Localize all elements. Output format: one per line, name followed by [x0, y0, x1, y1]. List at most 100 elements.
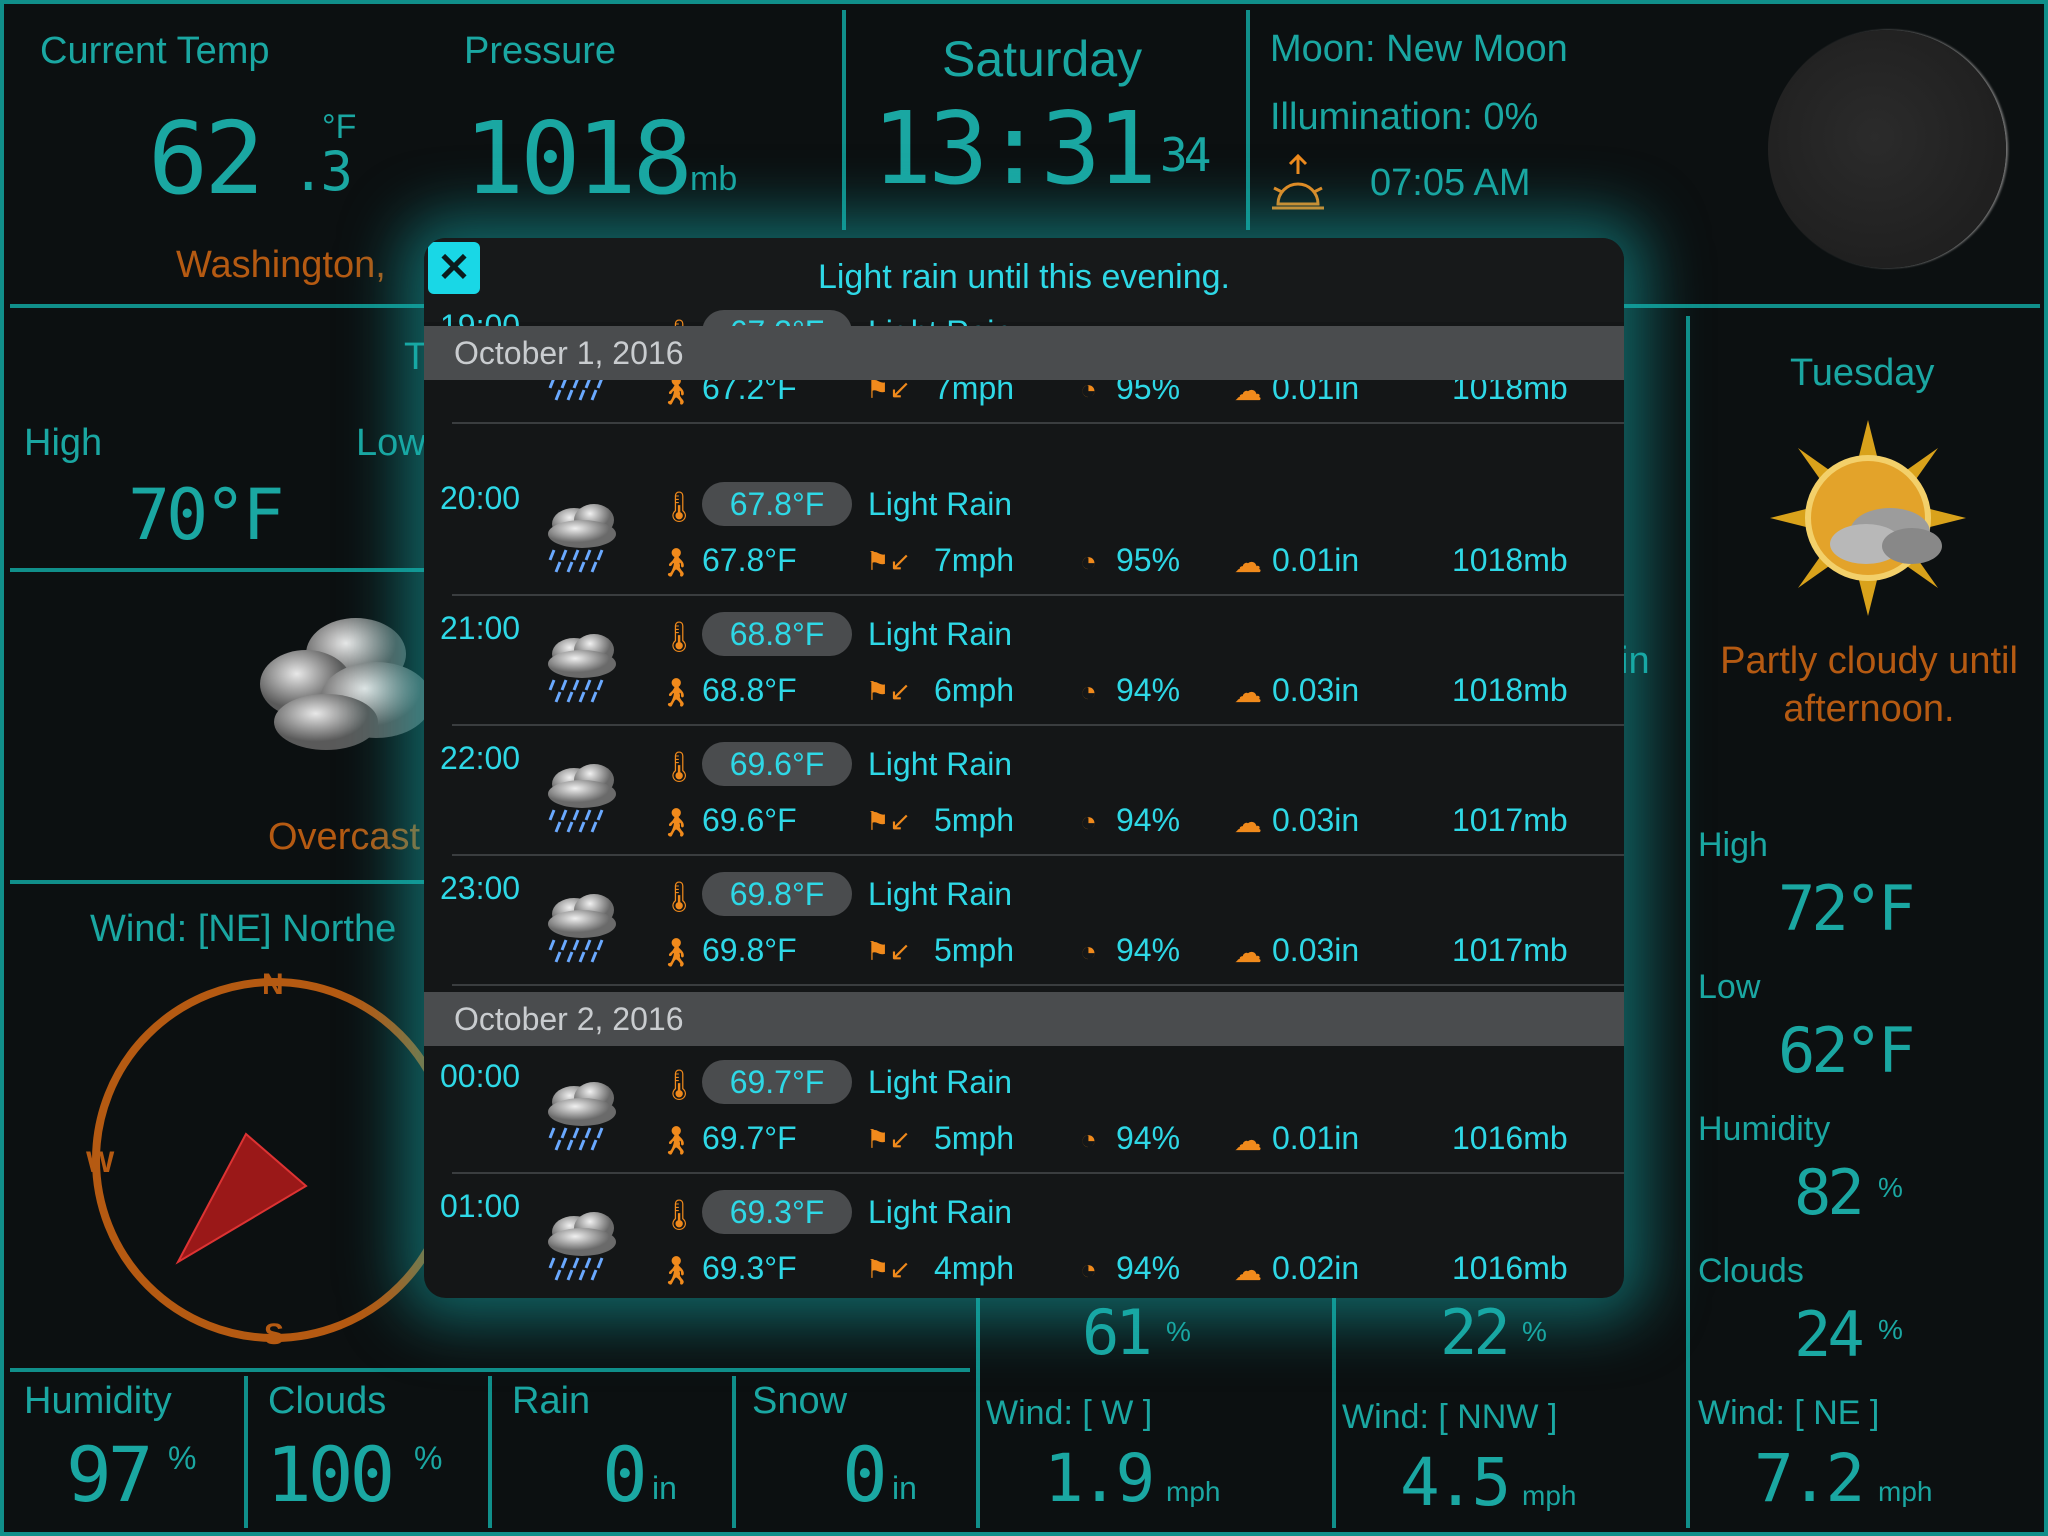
hour-precip: 0.03in	[1272, 802, 1360, 838]
pressure-label: Pressure	[464, 30, 617, 72]
divider	[10, 568, 430, 572]
precip-icon: ☁︎	[1234, 1255, 1262, 1286]
thermometer-icon: 🌡︎	[660, 1199, 699, 1232]
sunrise-time: 07:05 AM	[1370, 162, 1531, 204]
hour-time: 23:00	[440, 870, 521, 906]
tuesday-humidity-unit: %	[1878, 1172, 1903, 1203]
hour-humidity: 94%	[1116, 802, 1181, 838]
rain-cloud-icon	[538, 1204, 628, 1284]
humidity-icon: ◔	[1080, 1124, 1097, 1155]
forecast-col2-unit: %	[1522, 1316, 1547, 1347]
wind-sock-icon: ⚑↙	[866, 1254, 912, 1284]
rain-cloud-icon	[538, 886, 628, 966]
thermometer-icon: 🌡︎	[660, 751, 699, 784]
precip-icon: ☁︎	[1234, 547, 1262, 578]
low-label: Low	[356, 422, 426, 464]
tuesday-wind-unit: mph	[1878, 1476, 1933, 1507]
tuesday-high-value: 72°F	[1778, 872, 1915, 945]
precip-icon: ☁︎	[1234, 677, 1262, 708]
divider	[10, 1368, 970, 1372]
clouds-label: Clouds	[268, 1380, 387, 1422]
compass-n: N	[262, 968, 284, 1001]
hour-humidity: 94%	[1116, 672, 1181, 708]
tuesday-high-label: High	[1698, 826, 1768, 864]
hour-feels-like: 67.8°F	[702, 542, 797, 578]
rain-value: 0	[602, 1430, 648, 1519]
partly-cloudy-icon	[1770, 420, 1966, 616]
hourly-row[interactable]: 23:00 🌡︎ 69.8°F Light Rain 🚶︎ 69.8°F ⚑↙ 5mph ◔ 94…	[424, 856, 1624, 986]
hour-condition: Light Rain	[868, 876, 1013, 912]
tuesday-humidity-label: Humidity	[1698, 1110, 1831, 1148]
rain-cloud-icon	[538, 1074, 628, 1154]
hour-humidity: 94%	[1116, 1250, 1181, 1286]
hour-temp: 69.7°F	[702, 1060, 852, 1104]
divider	[1246, 10, 1250, 230]
hourly-row[interactable]: 21:00 🌡︎ 68.8°F Light Rain 🚶︎ 68.8°F ⚑↙ 6mph ◔ 94…	[424, 596, 1624, 726]
feels-like-icon: 🚶︎	[658, 1125, 694, 1156]
hour-pressure: 1017mb	[1452, 802, 1568, 838]
clouds-value: 100	[266, 1430, 395, 1519]
hour-temp: 69.3°F	[702, 1190, 852, 1234]
forecast-col1-value: 61	[1082, 1296, 1153, 1369]
forecast-col2-speed: 4.5	[1400, 1444, 1511, 1521]
hourly-row[interactable]: 01:00 🌡︎ 69.3°F Light Rain 🚶︎ 69.3°F ⚑↙ 4mph ◔ 94…	[424, 1174, 1624, 1298]
precip-icon: ☁︎	[1234, 1125, 1262, 1156]
divider	[976, 1290, 980, 1528]
tuesday-clouds-unit: %	[1878, 1314, 1903, 1345]
tuesday-clouds-label: Clouds	[1698, 1252, 1804, 1290]
hour-wind: 4mph	[934, 1250, 1015, 1286]
hour-feels-like: 69.7°F	[702, 1120, 797, 1156]
feels-like-icon: 🚶︎	[658, 677, 694, 708]
divider	[1686, 316, 1690, 1528]
hour-feels-like: 68.8°F	[702, 672, 797, 708]
moon-icon	[1768, 30, 2006, 268]
overcast-cloud-icon	[260, 618, 432, 750]
current-temp-decimal: .3	[292, 140, 353, 203]
feels-like-icon: 🚶︎	[658, 937, 694, 968]
row-divider	[452, 984, 1624, 986]
current-temp-value: 62	[148, 100, 264, 217]
hour-pressure: 1018mb	[1452, 672, 1568, 708]
hour-wind: 5mph	[934, 802, 1015, 838]
divider	[488, 1376, 492, 1528]
hour-precip: 0.01in	[1272, 1120, 1360, 1156]
hourly-row[interactable]: 20:00 🌡︎ 67.8°F Light Rain 🚶︎ 67.8°F ⚑↙ 7mph ◔ 95…	[424, 466, 1624, 596]
pressure-unit: mb	[690, 160, 738, 198]
compass-w: W	[86, 1146, 115, 1179]
rain-label: Rain	[512, 1380, 591, 1422]
feels-like-icon: 🚶︎	[658, 547, 694, 578]
compass-s: S	[264, 1318, 285, 1351]
hourly-row[interactable]: 22:00 🌡︎ 69.6°F Light Rain 🚶︎ 69.6°F ⚑↙ 5mph ◔ 94…	[424, 726, 1624, 856]
hour-pressure: 1016mb	[1452, 1120, 1568, 1156]
hour-time: 00:00	[440, 1058, 521, 1094]
humidity-label: Humidity	[24, 1380, 172, 1422]
hour-condition: Light Rain	[868, 486, 1013, 522]
rain-cloud-icon	[538, 756, 628, 836]
hour-condition: Light Rain	[868, 1064, 1013, 1100]
hour-precip: 0.02in	[1272, 1250, 1360, 1286]
snow-unit: in	[892, 1470, 917, 1506]
high-value: 70°F	[128, 474, 285, 556]
hour-pressure: 1018mb	[1452, 542, 1568, 578]
forecast-col2-speed-unit: mph	[1522, 1480, 1577, 1511]
humidity-icon: ◔	[1080, 546, 1097, 577]
thermometer-icon: 🌡︎	[660, 621, 699, 654]
hour-temp: 69.6°F	[702, 742, 852, 786]
hour-precip: 0.03in	[1272, 932, 1360, 968]
current-temp-label: Current Temp	[40, 30, 270, 72]
forecast-col2-wind: Wind: [ NNW ]	[1342, 1398, 1558, 1436]
thermometer-icon: 🌡︎	[660, 491, 699, 524]
tuesday-day-label: Tuesday	[1790, 352, 1935, 394]
location-label: Washington,	[176, 244, 386, 286]
hourly-row[interactable]: 00:00 🌡︎ 69.7°F Light Rain 🚶︎ 69.7°F ⚑↙ 5mph ◔ 94…	[424, 1044, 1624, 1174]
hour-time: 22:00	[440, 740, 521, 776]
hour-wind: 7mph	[934, 542, 1015, 578]
hour-precip: 0.01in	[1272, 542, 1360, 578]
sunrise-icon	[1272, 153, 1324, 210]
thermometer-icon: 🌡︎	[660, 1069, 699, 1102]
pressure-value: 1018	[464, 100, 693, 217]
hour-humidity: 94%	[1116, 932, 1181, 968]
tuesday-wind-speed: 7.2	[1754, 1440, 1865, 1517]
clock-time: 13:31	[872, 90, 1157, 207]
date-header: October 2, 2016	[424, 992, 1624, 1046]
